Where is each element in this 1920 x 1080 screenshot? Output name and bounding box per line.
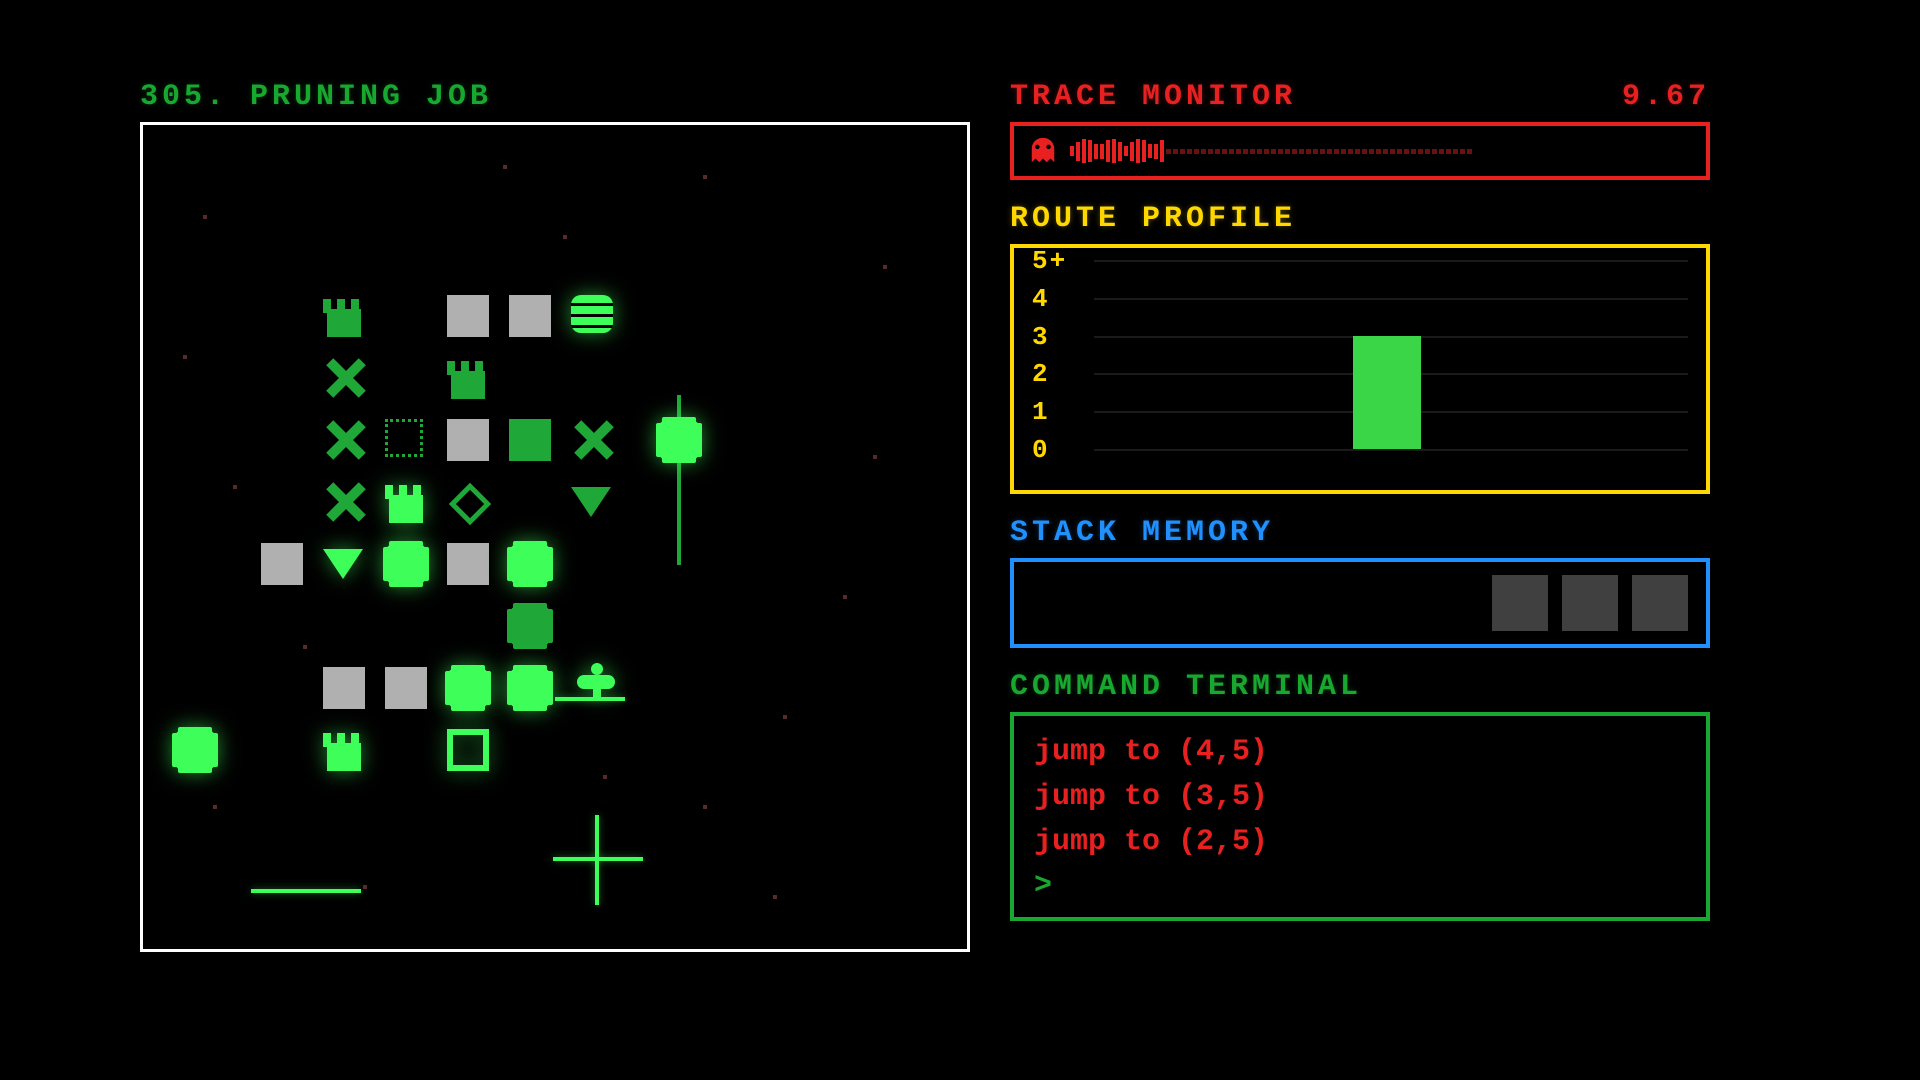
- terminal-line: jump to (3,5): [1034, 775, 1686, 820]
- background-star: [703, 175, 707, 179]
- grid-node-club[interactable]: [577, 667, 623, 713]
- grid-node-triangle[interactable]: [571, 481, 617, 527]
- grid-node-dotted[interactable]: [385, 419, 431, 465]
- trace-value: 9.67: [1622, 80, 1710, 114]
- connection-line: [251, 889, 361, 893]
- grid-node-grey[interactable]: [447, 295, 493, 341]
- background-star: [603, 775, 607, 779]
- route-ytick: 3: [1032, 322, 1050, 352]
- background-star: [363, 885, 367, 889]
- grid-node-castle-bright[interactable]: [323, 729, 369, 775]
- route-ytick: 1: [1032, 397, 1050, 427]
- grid-node-grey[interactable]: [447, 543, 493, 589]
- terminal-line: jump to (2,5): [1034, 820, 1686, 865]
- background-star: [203, 215, 207, 219]
- stack-memory-panel: [1010, 558, 1710, 648]
- background-star: [213, 805, 217, 809]
- terminal-prompt[interactable]: >: [1034, 869, 1686, 903]
- grid-node-outline[interactable]: [447, 729, 493, 775]
- grid-node-castle-bright[interactable]: [385, 481, 431, 527]
- grid-node-triangle-bright[interactable]: [323, 543, 369, 589]
- background-star: [303, 645, 307, 649]
- background-star: [563, 235, 567, 239]
- stack-slot: [1562, 575, 1618, 631]
- background-star: [843, 595, 847, 599]
- grid-node-gear[interactable]: [447, 667, 493, 713]
- grid-node-burger[interactable]: [571, 295, 617, 341]
- grid-node-x[interactable]: [323, 481, 369, 527]
- command-terminal-panel[interactable]: jump to (4,5)jump to (3,5)jump to (2,5) >: [1010, 712, 1710, 921]
- route-ytick: 4: [1032, 284, 1050, 314]
- grid-node-gear-dark[interactable]: [509, 605, 555, 651]
- ghost-icon: [1028, 136, 1058, 166]
- grid-node-x[interactable]: [323, 357, 369, 403]
- grid-node-castle[interactable]: [323, 295, 369, 341]
- terminal-label: COMMAND TERMINAL: [1010, 670, 1362, 704]
- grid-node-diamond[interactable]: [447, 481, 493, 527]
- route-bar: [1353, 336, 1421, 449]
- background-star: [773, 895, 777, 899]
- grid-node-gear[interactable]: [658, 419, 704, 465]
- background-star: [183, 355, 187, 359]
- game-board[interactable]: [140, 122, 970, 952]
- route-label: ROUTE PROFILE: [1010, 202, 1296, 236]
- background-star: [233, 485, 237, 489]
- grid-node-green[interactable]: [509, 419, 555, 465]
- grid-node-grey[interactable]: [385, 667, 431, 713]
- route-profile-chart: 5+ 4 3 2 1 0: [1010, 244, 1710, 494]
- stack-label: STACK MEMORY: [1010, 516, 1274, 550]
- background-star: [503, 165, 507, 169]
- route-ytick: 2: [1032, 359, 1050, 389]
- terminal-line: jump to (4,5): [1034, 730, 1686, 775]
- grid-node-grey[interactable]: [447, 419, 493, 465]
- grid-node-grey[interactable]: [509, 295, 555, 341]
- grid-node-gear[interactable]: [509, 667, 555, 713]
- grid-node-gear[interactable]: [174, 729, 220, 775]
- grid-node-x[interactable]: [571, 419, 617, 465]
- stack-slot: [1492, 575, 1548, 631]
- grid-node-x[interactable]: [323, 419, 369, 465]
- route-ytick: 5+: [1032, 246, 1067, 276]
- grid-node-gear[interactable]: [509, 543, 555, 589]
- connection-line: [553, 857, 643, 861]
- trace-monitor-panel: [1010, 122, 1710, 180]
- background-star: [783, 715, 787, 719]
- grid-node-grey[interactable]: [261, 543, 307, 589]
- background-star: [873, 455, 877, 459]
- stack-slot: [1632, 575, 1688, 631]
- trace-label: TRACE MONITOR: [1010, 80, 1296, 114]
- background-star: [883, 265, 887, 269]
- background-star: [703, 805, 707, 809]
- grid-node-grey[interactable]: [323, 667, 369, 713]
- route-ytick: 0: [1032, 435, 1050, 465]
- grid-node-gear[interactable]: [385, 543, 431, 589]
- grid-node-castle[interactable]: [447, 357, 493, 403]
- trace-progress-bar: [1070, 137, 1692, 165]
